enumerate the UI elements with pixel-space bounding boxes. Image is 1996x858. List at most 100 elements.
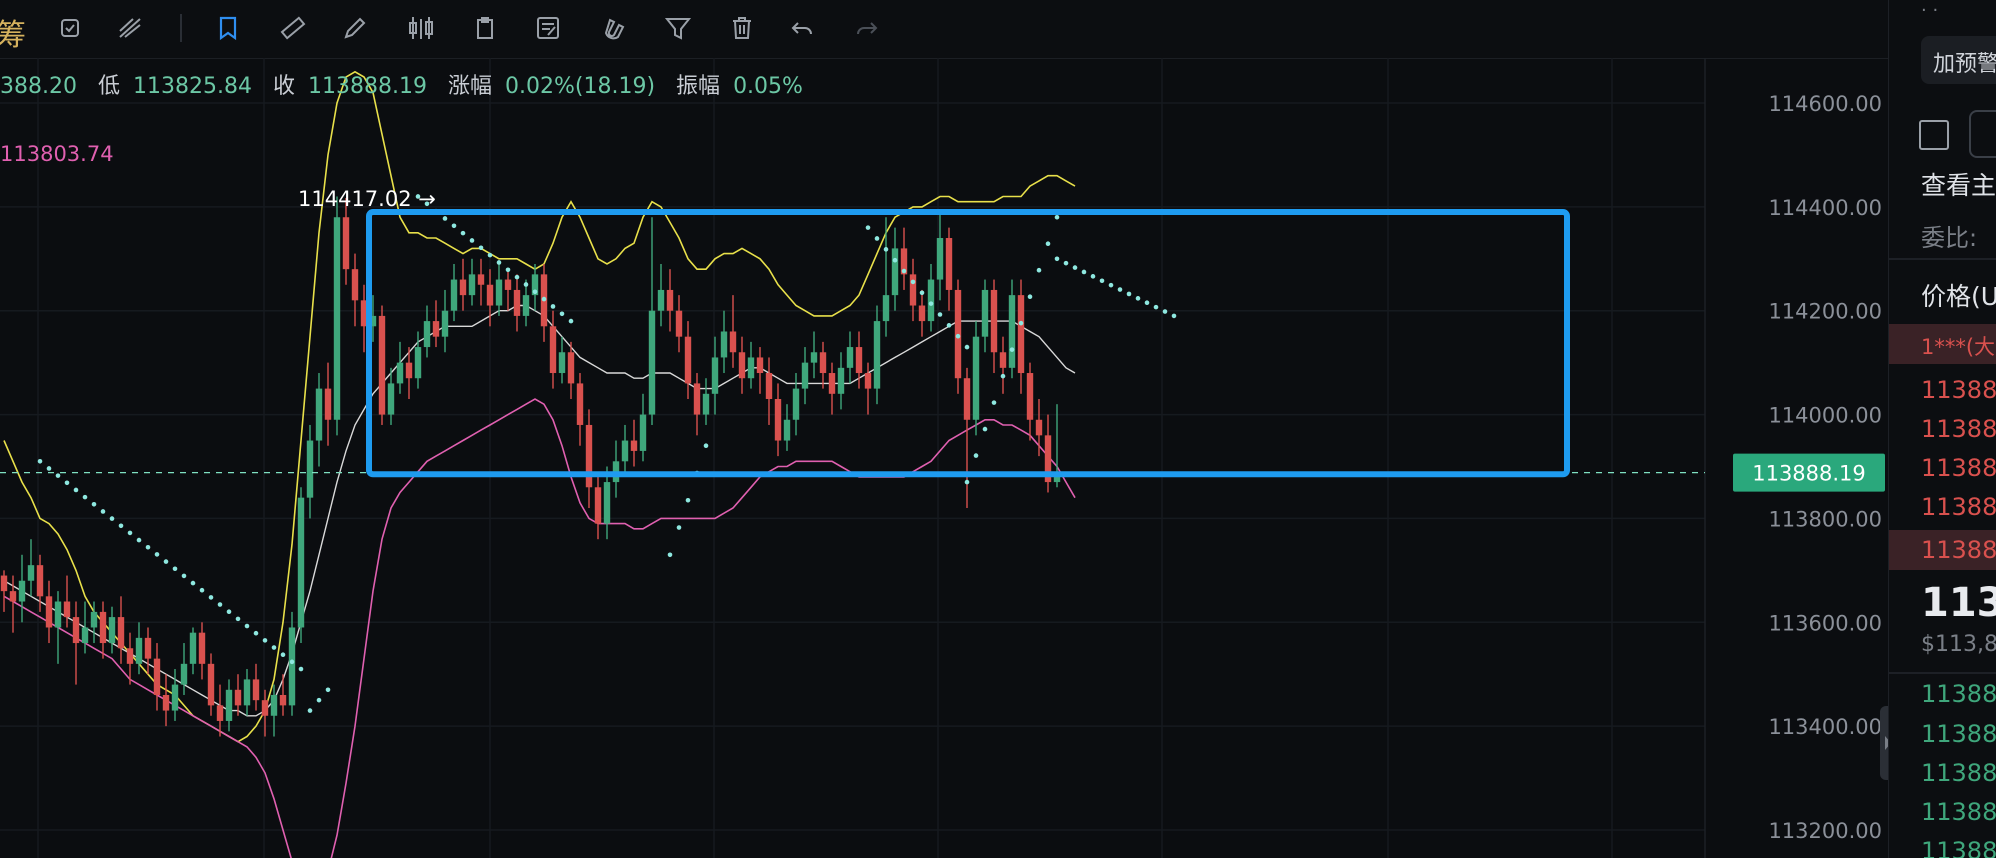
price-chart[interactable]: 114600.00114400.00114200.00114000.001138…	[0, 58, 1888, 858]
entrust-ratio-label: 委比:	[1921, 224, 1978, 252]
sar-dot	[280, 652, 286, 657]
candle	[279, 674, 287, 716]
trash-icon[interactable]	[724, 10, 760, 46]
sar-dot	[100, 509, 106, 514]
sar-dot	[910, 279, 916, 285]
price-tick-label: 114400.00	[1768, 196, 1882, 220]
candle-body	[729, 331, 737, 353]
candle-body	[45, 596, 53, 628]
candle-body	[126, 648, 134, 664]
chart-overlay: 113888.19 114417.02 →	[0, 187, 1885, 492]
sar-dot	[271, 645, 277, 650]
depth-view-icon[interactable]	[1919, 120, 1949, 150]
candle-body	[882, 295, 890, 322]
undo-icon[interactable]	[785, 10, 821, 46]
candle	[54, 591, 62, 664]
draw-lines-icon[interactable]	[112, 10, 148, 46]
note-icon[interactable]	[530, 10, 566, 46]
candle-body	[990, 289, 998, 353]
filter-icon[interactable]	[660, 10, 696, 46]
sar-dot	[46, 466, 52, 471]
price-tick-label: 113600.00	[1768, 611, 1882, 635]
bid-price-row[interactable]: 11388	[1921, 837, 1996, 858]
settings-icon[interactable]	[52, 10, 88, 46]
sar-dot	[199, 587, 205, 593]
candle	[459, 258, 467, 311]
panel-divider	[1889, 258, 1996, 260]
candle	[252, 663, 260, 711]
pen-icon[interactable]	[337, 10, 373, 46]
sar-dot	[937, 312, 943, 317]
close-value: 113888.19	[308, 74, 427, 99]
candle-body	[630, 440, 638, 451]
candle	[639, 393, 647, 462]
magnet-icon[interactable]	[595, 10, 631, 46]
candle-body	[27, 565, 35, 581]
candle	[666, 269, 674, 332]
last-price-usd: $113,8	[1921, 632, 1996, 657]
candle	[963, 367, 971, 509]
candle-body	[270, 694, 278, 716]
indicator-value: 113803.74	[0, 142, 114, 166]
candle	[828, 362, 836, 415]
sar-dot	[298, 666, 304, 672]
candle-body	[234, 689, 242, 706]
candle	[297, 487, 305, 644]
sar-dot	[1054, 214, 1060, 220]
redo-icon[interactable]	[848, 10, 884, 46]
bid-price-row[interactable]: 11388	[1921, 680, 1996, 708]
candle	[378, 305, 386, 425]
candle	[72, 601, 80, 685]
candle	[648, 217, 656, 425]
clipboard-icon[interactable]	[467, 10, 503, 46]
candle	[153, 643, 161, 711]
ask-price-row[interactable]: 11388	[1921, 493, 1996, 521]
change-label: 涨幅	[447, 74, 492, 99]
candle-body	[711, 357, 719, 394]
sar-dot	[163, 559, 169, 564]
price-column-header: 价格(U	[1921, 282, 1996, 311]
sar-dot	[307, 708, 313, 713]
upper-band-line	[3, 70, 1076, 743]
sar-dot	[568, 318, 574, 324]
sar-dot	[64, 480, 70, 486]
candle	[549, 310, 557, 389]
candle-body	[225, 689, 233, 721]
sar-dot	[1072, 265, 1078, 270]
candle-body	[405, 362, 413, 379]
bid-price-row[interactable]: 11388	[1921, 720, 1996, 748]
candle	[585, 409, 593, 509]
candle-body	[855, 347, 863, 374]
ruler-icon[interactable]	[275, 10, 311, 46]
sar-dot	[973, 453, 979, 458]
candle	[711, 336, 719, 415]
candle	[846, 331, 854, 384]
candle	[234, 674, 242, 716]
orderbook-view-tab[interactable]	[1969, 110, 1996, 158]
candle-body	[117, 617, 125, 649]
candle-body	[441, 310, 449, 337]
ask-price-row[interactable]: 11388	[1921, 376, 1996, 404]
chip-label-fragment[interactable]: 筹	[0, 10, 26, 54]
candle-body	[162, 694, 170, 711]
candle-pattern-icon[interactable]	[404, 10, 440, 46]
sar-dot	[901, 268, 907, 274]
sar-dot	[145, 544, 151, 550]
candle	[693, 373, 701, 436]
add-alert-button[interactable]: 加预警	[1921, 36, 1996, 84]
candle	[810, 331, 818, 379]
ask-price-row[interactable]: 11388	[1921, 415, 1996, 443]
drawing-toolbar: 筹	[0, 0, 1888, 59]
candle-body	[18, 580, 26, 602]
sar-dot	[892, 257, 898, 263]
candle-body	[216, 705, 224, 721]
candle	[162, 674, 170, 727]
ask-price-row[interactable]: 11388	[1921, 454, 1996, 482]
candle-body	[342, 217, 350, 270]
candlestick-series	[0, 196, 1061, 737]
bid-price-row[interactable]: 11388	[1921, 759, 1996, 787]
bid-price-row[interactable]: 11388	[1921, 798, 1996, 826]
candle-body	[594, 487, 602, 524]
bookmark-icon[interactable]	[210, 10, 246, 46]
ask-highlight-row[interactable]: 11388	[1889, 530, 1996, 570]
